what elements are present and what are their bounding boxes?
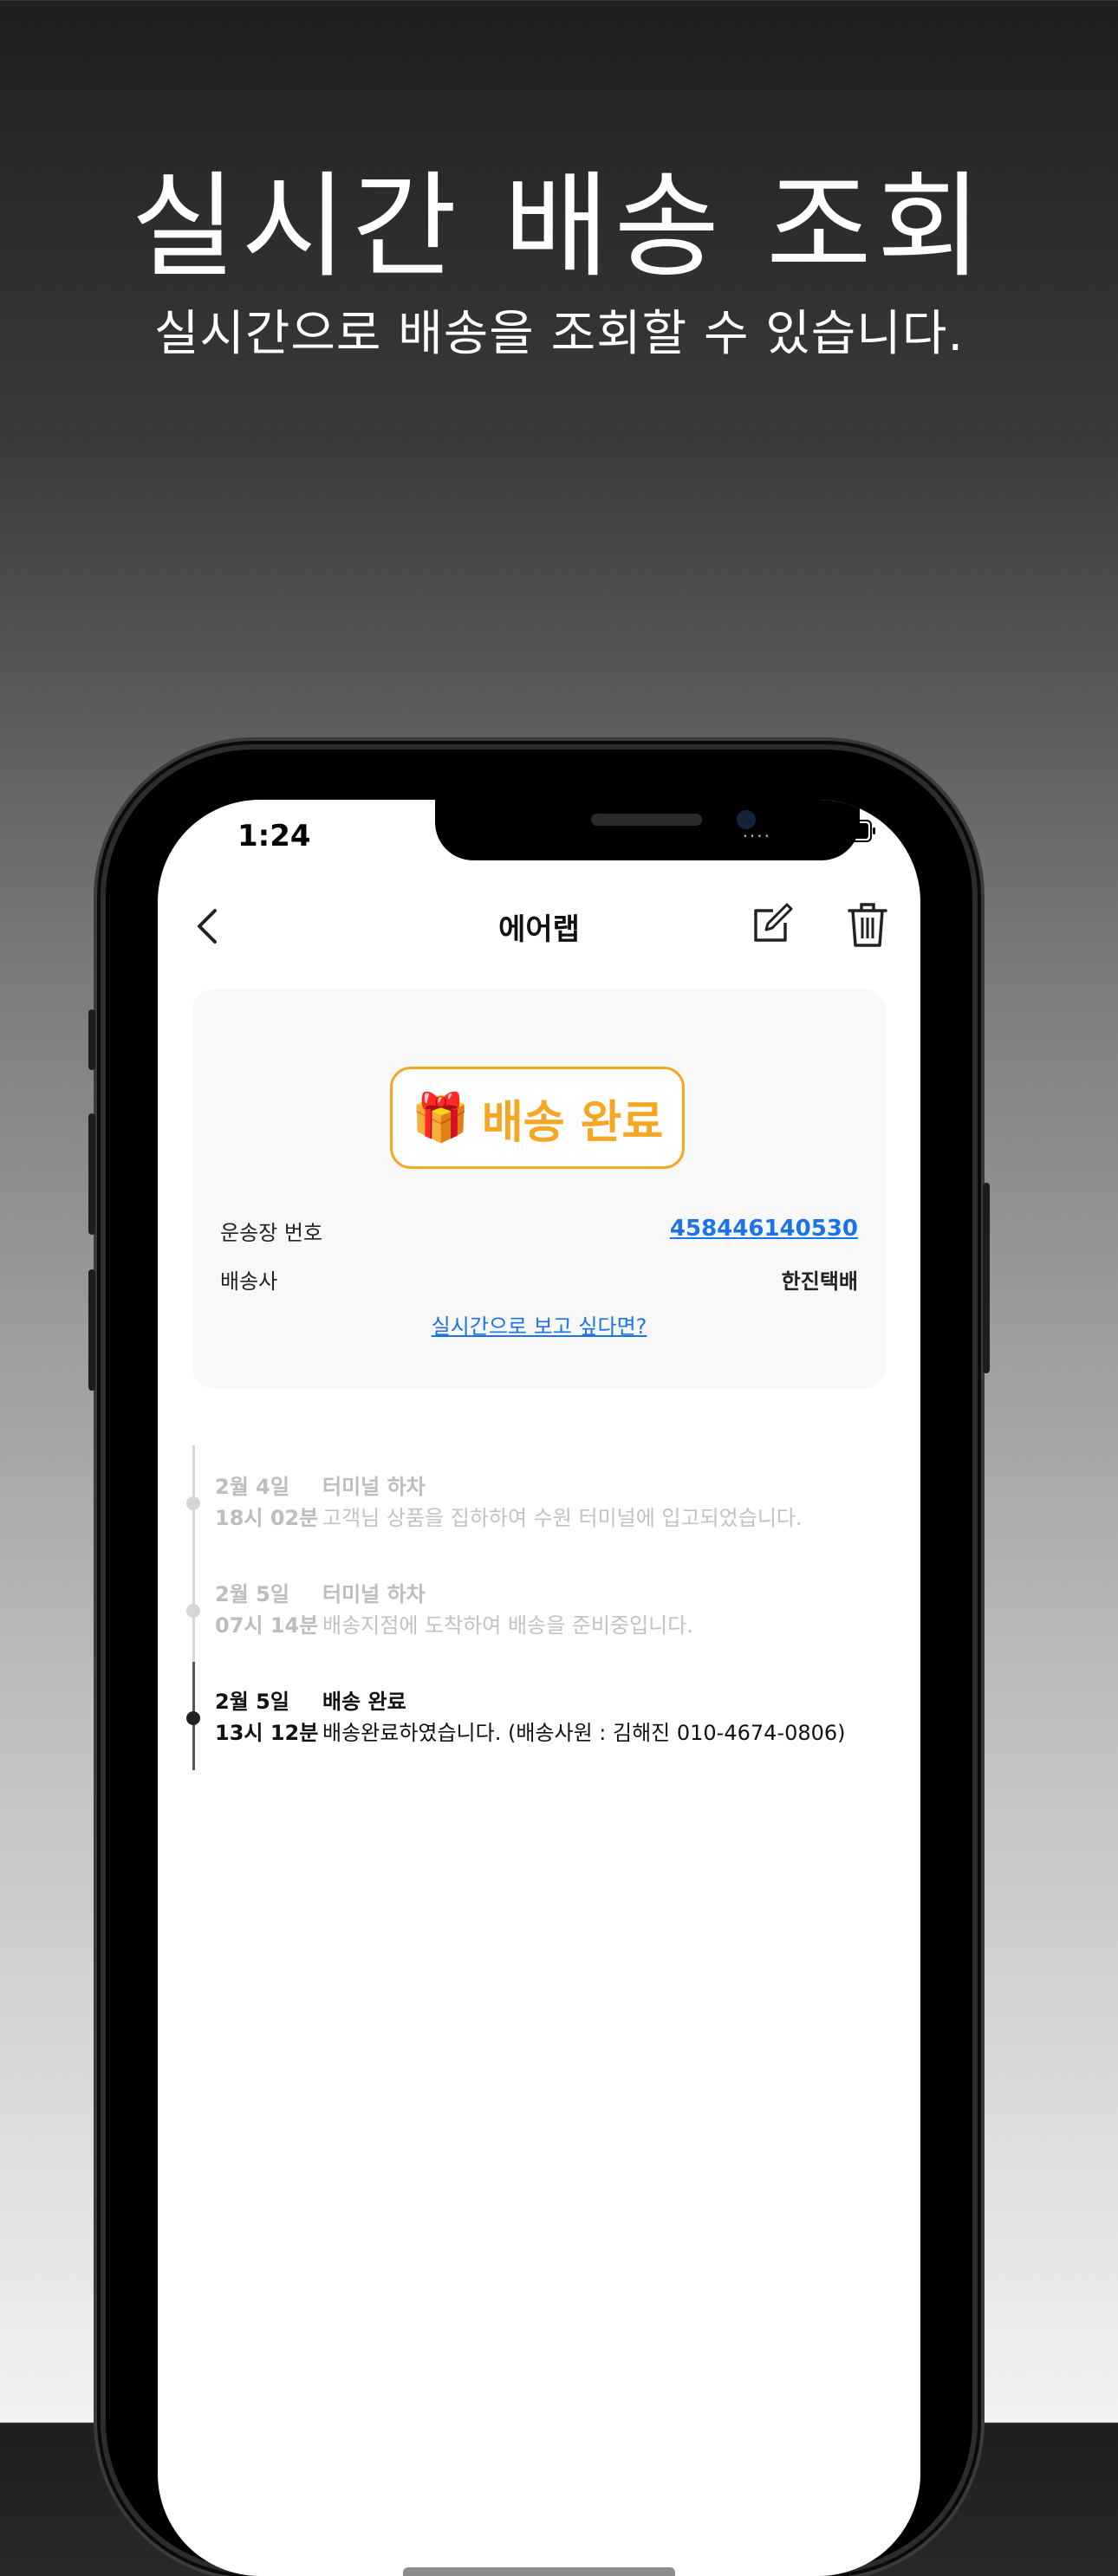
timeline-datetime: 2월 5일 07시 14분 bbox=[215, 1579, 318, 1641]
timeline-time: 07시 14분 bbox=[215, 1613, 319, 1638]
timeline-datetime: 2월 4일 18시 02분 bbox=[215, 1471, 318, 1534]
battery-icon bbox=[827, 820, 875, 842]
status-time: 1:24 bbox=[237, 819, 311, 853]
live-tracking-link[interactable]: 실시간으로 보고 싶다면? bbox=[192, 1309, 886, 1340]
timeline-description: 배송지점에 도착하여 배송을 준비중입니다. bbox=[322, 1613, 693, 1638]
timeline-description: 고객님 상품을 집하하여 수원 터미널에 입고되었습니다. bbox=[322, 1506, 803, 1530]
timeline-line bbox=[192, 1445, 195, 1662]
timeline-dot bbox=[186, 1496, 200, 1510]
status-label: 배송 완료 bbox=[481, 1096, 664, 1149]
timeline-item-current: 2월 5일 13시 12분 배송 완료 배송완료하였습니다. (배송사원 : 김… bbox=[215, 1686, 891, 1747]
phone-side-button bbox=[88, 1009, 95, 1070]
phone-volume-down-button bbox=[88, 1269, 95, 1391]
timeline-stage: 배송 완료 bbox=[322, 1690, 406, 1714]
gift-icon: 🎁 bbox=[411, 1090, 470, 1145]
edit-icon[interactable] bbox=[747, 902, 794, 949]
home-indicator[interactable] bbox=[403, 2567, 675, 2576]
delivery-timeline: 2월 4일 18시 02분 터미널 하차 고객님 상품을 집하하여 수원 터미널… bbox=[186, 1445, 886, 1775]
status-badge: 🎁 배송 완료 bbox=[390, 1067, 685, 1169]
timeline-datetime: 2월 5일 13시 12분 bbox=[215, 1686, 318, 1749]
app-screen: 1:24 .... 에어랩 🎁 배송 완료 운송장 번호 45844614053… bbox=[158, 800, 920, 2576]
status-indicators: .... bbox=[742, 819, 875, 843]
promo-subtitle: 실시간으로 배송을 조회할 수 있습니다. bbox=[153, 306, 965, 362]
page-title: 에어랩 bbox=[498, 912, 580, 947]
timeline-stage: 터미널 하차 bbox=[322, 1475, 426, 1499]
timeline-info: 터미널 하차 고객님 상품을 집하하여 수원 터미널에 입고되었습니다. bbox=[322, 1471, 803, 1534]
timeline-date: 2월 5일 bbox=[215, 1690, 289, 1714]
signal-dots: .... bbox=[742, 821, 771, 841]
timeline-item: 2월 4일 18시 02분 터미널 하차 고객님 상품을 집하하여 수원 터미널… bbox=[215, 1471, 891, 1532]
timeline-date: 2월 5일 bbox=[215, 1582, 289, 1606]
timeline-time: 18시 02분 bbox=[215, 1506, 319, 1530]
timeline-item: 2월 5일 07시 14분 터미널 하차 배송지점에 도착하여 배송을 준비중입… bbox=[215, 1579, 891, 1639]
carrier-label: 배송사 bbox=[220, 1269, 278, 1294]
carrier-value: 한진택배 bbox=[781, 1269, 858, 1294]
phone-volume-up-button bbox=[88, 1113, 95, 1235]
trash-icon[interactable] bbox=[844, 900, 891, 949]
phone-power-button bbox=[983, 1183, 990, 1373]
timeline-dot bbox=[186, 1604, 200, 1618]
speaker-grille bbox=[591, 814, 702, 826]
promo-title: 실시간 배송 조회 bbox=[131, 160, 987, 294]
timeline-stage: 터미널 하차 bbox=[322, 1582, 426, 1606]
phone-frame: 1:24 .... 에어랩 🎁 배송 완료 운송장 번호 45844614053… bbox=[88, 749, 990, 2576]
wifi-icon bbox=[783, 820, 815, 842]
timeline-description: 배송완료하였습니다. (배송사원 : 김해진 010-4674-0806) bbox=[322, 1721, 846, 1745]
timeline-date: 2월 4일 bbox=[215, 1475, 289, 1499]
timeline-dot-current bbox=[186, 1711, 200, 1725]
tracking-number-link[interactable]: 458446140530 bbox=[670, 1216, 858, 1242]
tracking-card: 🎁 배송 완료 운송장 번호 458446140530 배송사 한진택배 실시간… bbox=[192, 989, 886, 1389]
timeline-time: 13시 12분 bbox=[215, 1721, 319, 1745]
timeline-info: 배송 완료 배송완료하였습니다. (배송사원 : 김해진 010-4674-08… bbox=[322, 1686, 846, 1749]
navigation-bar: 에어랩 bbox=[158, 895, 920, 956]
tracking-number-label: 운송장 번호 bbox=[220, 1221, 323, 1245]
timeline-info: 터미널 하차 배송지점에 도착하여 배송을 준비중입니다. bbox=[322, 1579, 693, 1641]
